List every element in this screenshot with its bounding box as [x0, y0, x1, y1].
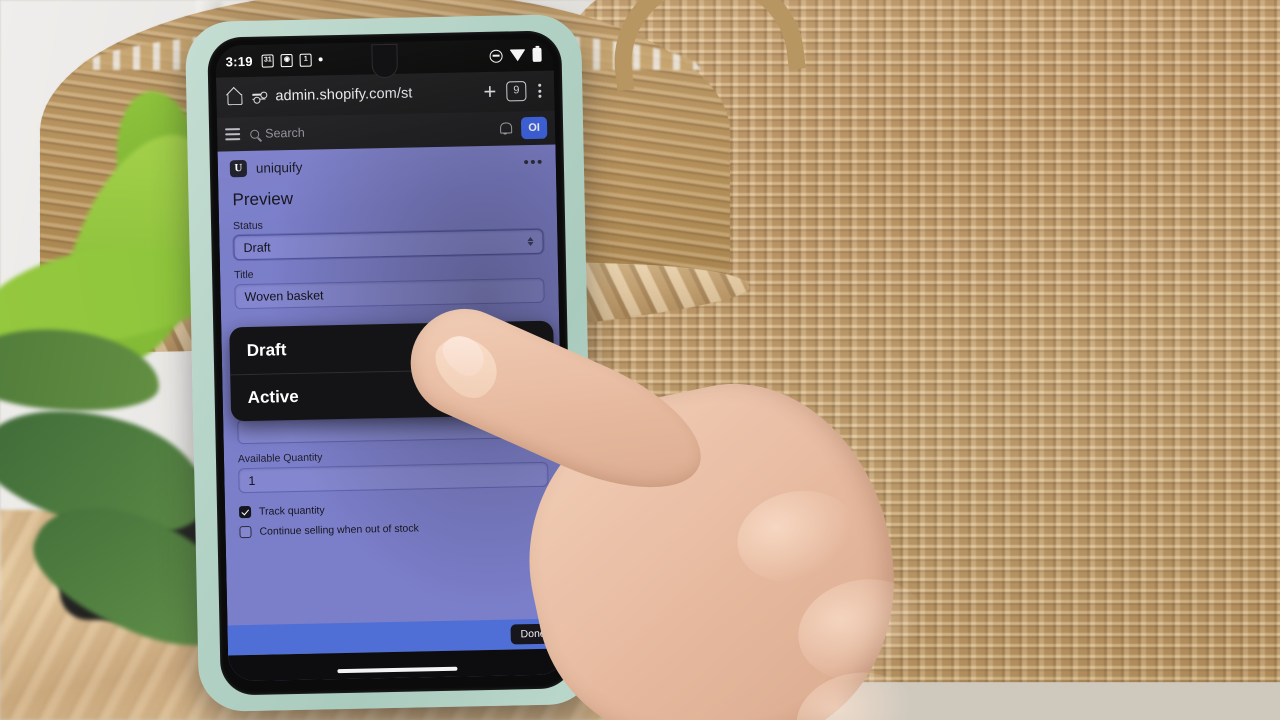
dropdown-option-active[interactable]: Active — [230, 367, 556, 422]
chevron-updown-icon — [527, 236, 534, 247]
search-input[interactable]: Search — [250, 122, 489, 141]
do-not-disturb-icon — [489, 49, 503, 63]
status-field: Status Draft — [219, 213, 558, 269]
dot-indicator-icon — [318, 57, 323, 62]
new-tab-button[interactable]: + — [483, 79, 496, 104]
radio-selected-icon[interactable] — [521, 336, 537, 353]
app-name: uniquify — [255, 159, 303, 176]
done-button[interactable]: Done — [510, 623, 556, 645]
continue-selling-label: Continue selling when out of stock — [259, 522, 419, 538]
photo-scene: 3:19 31 ◉ 1 admin.shopify.com/st + 9 Sea… — [0, 0, 1280, 720]
status-dropdown-overlay[interactable]: Draft Active — [229, 320, 556, 422]
smartphone: 3:19 31 ◉ 1 admin.shopify.com/st + 9 Sea… — [184, 13, 596, 713]
address-bar[interactable]: admin.shopify.com/st — [275, 85, 412, 104]
home-icon[interactable] — [227, 90, 242, 105]
uniquify-logo-icon: U — [229, 159, 248, 178]
dropdown-option-label: Active — [247, 386, 299, 407]
title-value: Woven basket — [244, 287, 324, 304]
tab-switcher-button[interactable]: 9 — [506, 81, 527, 102]
sync-icon: ◉ — [280, 53, 294, 67]
title-input[interactable]: Woven basket — [234, 277, 545, 310]
dropdown-option-draft[interactable]: Draft — [229, 321, 554, 375]
clock: 3:19 — [225, 53, 254, 69]
battery-icon — [532, 47, 542, 62]
hamburger-icon[interactable] — [225, 128, 241, 141]
bell-icon[interactable] — [499, 122, 511, 134]
search-placeholder: Search — [265, 125, 305, 141]
quantity-value: 1 — [248, 473, 256, 488]
calendar-icon: 31 — [261, 53, 275, 68]
site-permissions-icon[interactable] — [252, 93, 266, 100]
avatar[interactable]: OI — [520, 116, 548, 140]
wifi-icon — [509, 49, 526, 62]
status-select[interactable]: Draft — [233, 228, 544, 261]
sim-icon: 1 — [299, 53, 312, 67]
title-field: Title Woven basket — [220, 262, 559, 318]
phone-screen[interactable]: 3:19 31 ◉ 1 admin.shopify.com/st + 9 Sea… — [215, 38, 567, 682]
quantity-field: Available Quantity 1 — [224, 446, 563, 502]
status-bar-left-icons: 31 ◉ 1 — [261, 53, 323, 68]
app-more-menu-icon[interactable]: ••• — [523, 153, 544, 170]
dropdown-option-label: Draft — [246, 339, 287, 360]
track-quantity-label: Track quantity — [258, 504, 325, 518]
status-bar-right-icons — [489, 47, 542, 63]
search-icon — [250, 129, 260, 139]
radio-unselected-icon[interactable] — [522, 384, 538, 400]
quantity-input[interactable]: 1 — [238, 461, 549, 494]
uniquify-app-body: U uniquify ••• Preview Status Draft Titl… — [217, 144, 567, 682]
overflow-menu-icon[interactable] — [536, 83, 543, 98]
continue-selling-checkbox[interactable] — [239, 525, 252, 539]
track-quantity-checkbox[interactable] — [238, 505, 252, 519]
front-camera-punch-hole — [371, 43, 399, 79]
status-value: Draft — [243, 239, 271, 255]
